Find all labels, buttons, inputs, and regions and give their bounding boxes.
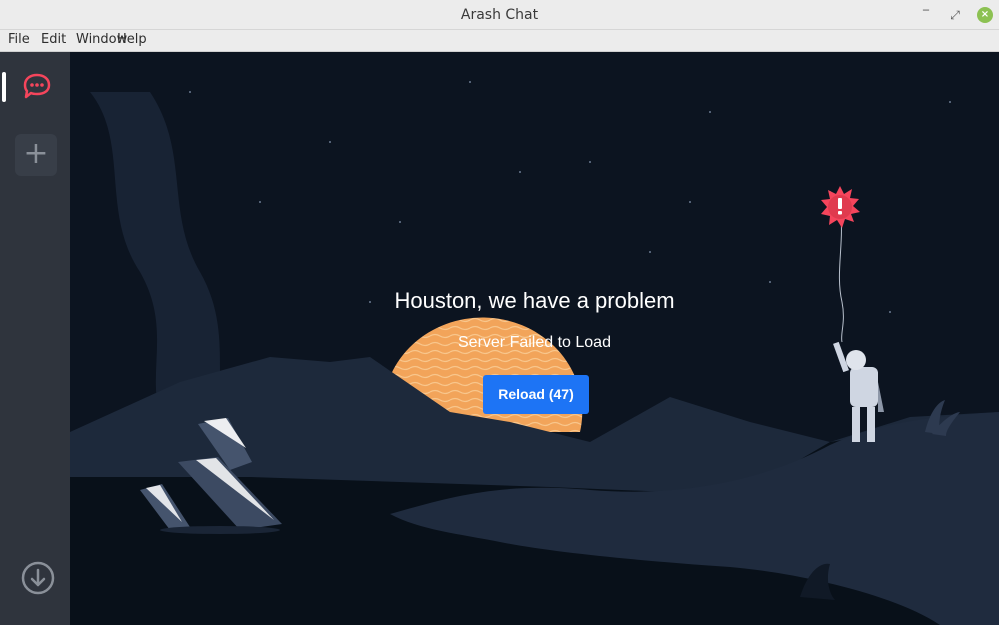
- warning-balloon: [821, 186, 860, 228]
- server-sidebar: +: [0, 52, 70, 625]
- error-view: Houston, we have a problem Server Failed…: [70, 52, 999, 625]
- reload-button[interactable]: Reload (47): [483, 375, 589, 414]
- menu-edit[interactable]: Edit: [41, 32, 66, 47]
- menu-file[interactable]: File: [8, 32, 30, 47]
- error-title: Houston, we have a problem: [394, 288, 675, 313]
- active-server-indicator: [2, 72, 6, 102]
- plus-icon: +: [23, 136, 49, 171]
- download-icon: [21, 561, 55, 595]
- balloon-string: [838, 206, 844, 343]
- rocket-chat-icon: [23, 73, 51, 99]
- astronaut: [833, 341, 884, 442]
- window-title: Arash Chat: [460, 7, 539, 23]
- menu-bar: File Edit Window Help: [0, 30, 999, 52]
- add-server-button[interactable]: +: [15, 134, 57, 176]
- server-button[interactable]: [16, 66, 56, 106]
- maximize-icon[interactable]: ⤢: [947, 7, 963, 23]
- error-subtitle: Server Failed to Load: [458, 334, 611, 351]
- minimize-icon[interactable]: ‾: [918, 7, 934, 23]
- close-icon[interactable]: ×: [977, 7, 993, 23]
- downloads-button[interactable]: [20, 560, 56, 596]
- menu-help[interactable]: Help: [117, 32, 147, 47]
- title-bar: Arash Chat ‾ ⤢ ×: [0, 0, 999, 30]
